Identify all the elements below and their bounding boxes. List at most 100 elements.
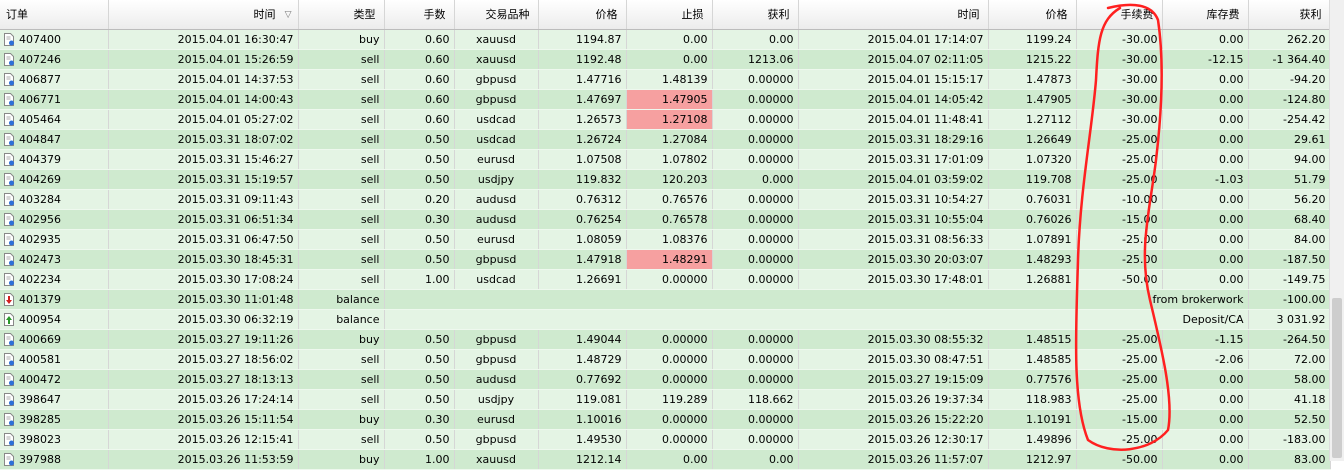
cell-swap: 0.00 — [1162, 149, 1249, 170]
cell-commission: -30.00 — [1076, 29, 1163, 50]
table-row[interactable]: 397988 2015.03.26 11:53:59 buy 1.00 xauusd 12… — [0, 449, 1331, 470]
cell-open-time: 2015.04.01 15:26:59 — [108, 49, 299, 70]
column-header-take-profit[interactable]: 获利 — [712, 0, 799, 30]
table-row[interactable]: 405464 2015.04.01 05:27:02 sell 0.60 usdcad 1… — [0, 109, 1331, 130]
cell-lots: 1.00 — [384, 269, 455, 290]
table-row[interactable]: 401379 2015.03.30 11:01:48 balance from bro… — [0, 289, 1331, 310]
column-header-open-price[interactable]: 价格 — [538, 0, 627, 30]
column-header-lots[interactable]: 手数 — [384, 0, 455, 30]
cell-take-profit: 118.662 — [712, 389, 799, 410]
column-header-order[interactable]: 订单 — [0, 0, 109, 30]
cell-type: sell — [298, 89, 385, 110]
order-number: 400954 — [19, 312, 61, 326]
table-row[interactable]: 407246 2015.04.01 15:26:59 sell 0.60 xauusd 1… — [0, 49, 1331, 70]
cell-commission: -30.00 — [1076, 69, 1163, 90]
cell-open-price: 1.48729 — [538, 349, 627, 370]
cell-stop-loss: 1.47905 — [626, 89, 713, 110]
cell-open-price: 1194.87 — [538, 29, 627, 50]
cell-symbol: eurusd — [454, 229, 539, 250]
cell-balance-comment: Deposit/CA — [384, 309, 1249, 330]
table-row[interactable]: 404847 2015.03.31 18:07:02 sell 0.50 usdcad 1… — [0, 129, 1331, 150]
cell-take-profit: 1213.06 — [712, 49, 799, 70]
cell-close-time: 2015.03.27 19:15:09 — [798, 369, 989, 390]
cell-commission: -25.00 — [1076, 369, 1163, 390]
cell-open-time: 2015.03.31 18:07:02 — [108, 129, 299, 150]
cell-profit: -187.50 — [1248, 249, 1331, 270]
column-header-swap[interactable]: 库存费 — [1162, 0, 1249, 30]
table-row[interactable]: 403284 2015.03.31 09:11:43 sell 0.20 audusd 0… — [0, 189, 1331, 210]
cell-close-time: 2015.04.01 11:48:41 — [798, 109, 989, 130]
trade-document-icon — [4, 72, 14, 86]
column-header-close-time[interactable]: 时间 — [798, 0, 989, 30]
cell-lots: 0.60 — [384, 49, 455, 70]
cell-order: 404847 — [0, 129, 109, 150]
order-number: 404269 — [19, 172, 61, 186]
table-row[interactable]: 404379 2015.03.31 15:46:27 sell 0.50 eurusd 1… — [0, 149, 1331, 170]
column-header-open-time[interactable]: 时间 ▽ — [108, 0, 299, 30]
order-number: 406771 — [19, 92, 61, 106]
cell-order: 404379 — [0, 149, 109, 170]
table-row[interactable]: 400669 2015.03.27 19:11:26 buy 0.50 gbpusd 1.… — [0, 329, 1331, 350]
trade-document-icon — [4, 372, 14, 386]
cell-take-profit: 0.00000 — [712, 149, 799, 170]
cell-lots: 0.50 — [384, 249, 455, 270]
cell-stop-loss: 0.76576 — [626, 189, 713, 210]
table-row[interactable]: 407400 2015.04.01 16:30:47 buy 0.60 xauusd 11… — [0, 29, 1331, 50]
trade-document-icon — [4, 392, 14, 406]
scrollbar-thumb[interactable] — [1332, 298, 1342, 458]
cell-close-time: 2015.03.30 20:03:07 — [798, 249, 989, 270]
trade-document-icon — [4, 332, 14, 346]
cell-order: 407400 — [0, 29, 109, 50]
table-row[interactable]: 398647 2015.03.26 17:24:14 sell 0.50 usdjpy 1… — [0, 389, 1331, 410]
cell-commission: -50.00 — [1076, 449, 1163, 470]
cell-commission: -25.00 — [1076, 169, 1163, 190]
table-row[interactable]: 402234 2015.03.30 17:08:24 sell 1.00 usdcad 1… — [0, 269, 1331, 290]
cell-close-price: 1199.24 — [988, 29, 1077, 50]
table-row[interactable]: 400954 2015.03.30 06:32:19 balance Deposit/… — [0, 309, 1331, 330]
column-header-stop-loss[interactable]: 止损 — [626, 0, 713, 30]
cell-order: 397988 — [0, 449, 109, 470]
table-row[interactable]: 404269 2015.03.31 15:19:57 sell 0.50 usdjpy 1… — [0, 169, 1331, 190]
cell-lots: 0.50 — [384, 329, 455, 350]
cell-open-time: 2015.03.31 15:19:57 — [108, 169, 299, 190]
table-row[interactable]: 402473 2015.03.30 18:45:31 sell 0.50 gbpusd 1… — [0, 249, 1331, 270]
cell-swap: -12.15 — [1162, 49, 1249, 70]
table-row[interactable]: 400472 2015.03.27 18:13:13 sell 0.50 audusd 0… — [0, 369, 1331, 390]
order-number: 406877 — [19, 72, 61, 86]
column-header-close-price[interactable]: 价格 — [988, 0, 1077, 30]
column-header-type[interactable]: 类型 — [298, 0, 385, 30]
cell-stop-loss: 0.00000 — [626, 409, 713, 430]
cell-swap: 0.00 — [1162, 429, 1249, 450]
cell-open-price: 1.26724 — [538, 129, 627, 150]
cell-open-time: 2015.04.01 05:27:02 — [108, 109, 299, 130]
table-row[interactable]: 406771 2015.04.01 14:00:43 sell 0.60 gbpusd 1… — [0, 89, 1331, 110]
table-row[interactable]: 398285 2015.03.26 15:11:54 buy 0.30 eurusd 1.… — [0, 409, 1331, 430]
cell-swap: 0.00 — [1162, 209, 1249, 230]
cell-symbol: usdjpy — [454, 389, 539, 410]
cell-symbol: gbpusd — [454, 69, 539, 90]
cell-close-time: 2015.03.31 10:55:04 — [798, 209, 989, 230]
column-header-commission[interactable]: 手续费 — [1076, 0, 1163, 30]
table-row[interactable]: 402956 2015.03.31 06:51:34 sell 0.30 audusd 0… — [0, 209, 1331, 230]
column-header-symbol[interactable]: 交易品种 — [454, 0, 539, 30]
order-number: 407246 — [19, 52, 61, 66]
vertical-scrollbar[interactable] — [1329, 0, 1344, 461]
cell-close-time: 2015.04.01 03:59:02 — [798, 169, 989, 190]
cell-open-time: 2015.03.30 17:08:24 — [108, 269, 299, 290]
cell-close-price: 1.49896 — [988, 429, 1077, 450]
table-row[interactable]: 406877 2015.04.01 14:37:53 sell 0.60 gbpusd 1… — [0, 69, 1331, 90]
column-header-profit[interactable]: 获利 — [1248, 0, 1331, 30]
cell-open-price: 1192.48 — [538, 49, 627, 70]
cell-open-price: 119.832 — [538, 169, 627, 190]
table-row[interactable]: 402935 2015.03.31 06:47:50 sell 0.50 eurusd 1… — [0, 229, 1331, 250]
trade-document-icon — [4, 92, 14, 106]
table-row[interactable]: 400581 2015.03.27 18:56:02 sell 0.50 gbpusd 1… — [0, 349, 1331, 370]
cell-profit: -100.00 — [1248, 289, 1331, 310]
cell-open-time: 2015.03.30 06:32:19 — [108, 309, 299, 330]
cell-stop-loss: 0.00000 — [626, 369, 713, 390]
trade-document-icon — [4, 112, 14, 126]
table-row[interactable]: 398023 2015.03.26 12:15:41 sell 0.50 gbpusd 1… — [0, 429, 1331, 450]
cell-lots: 0.50 — [384, 229, 455, 250]
cell-profit: 94.00 — [1248, 149, 1331, 170]
cell-close-price: 1.26649 — [988, 129, 1077, 150]
